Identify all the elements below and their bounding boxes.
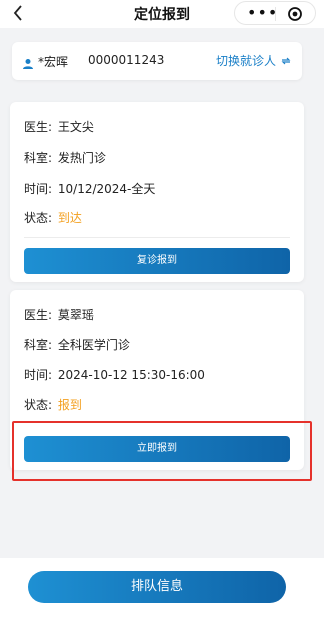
doctor-label: 医生: <box>24 120 53 134</box>
mini-program-capsule: ••• <box>234 1 316 25</box>
target-icon[interactable] <box>287 6 303 22</box>
status-row: 状态: 报到 <box>24 396 82 413</box>
status-value: 报到 <box>57 398 82 412</box>
time-value: 10/12/2024-全天 <box>57 182 156 196</box>
doctor-row: 医生: 王文尖 <box>24 118 94 135</box>
capsule-divider <box>275 7 276 21</box>
switch-patient-button[interactable]: 切换就诊人 <box>216 52 292 69</box>
dept-row: 科室: 发热门诊 <box>24 149 106 166</box>
dept-value: 发热门诊 <box>57 151 106 165</box>
doctor-value: 莫翠瑶 <box>57 308 94 322</box>
dept-value: 全科医学门诊 <box>57 338 130 352</box>
patient-bar: *宏晖 0000011243 切换就诊人 <box>12 42 302 80</box>
time-row: 时间: 2024-10-12 15:30-16:00 <box>24 366 205 383</box>
top-nav-bar: 定位报到 ••• <box>0 0 324 28</box>
doctor-label: 医生: <box>24 308 53 322</box>
doctor-value: 王文尖 <box>57 120 94 134</box>
time-value: 2024-10-12 15:30-16:00 <box>57 368 205 382</box>
doctor-row: 医生: 莫翠瑶 <box>24 306 94 323</box>
highlight-box <box>12 421 312 481</box>
time-row: 时间: 10/12/2024-全天 <box>24 180 155 197</box>
status-value: 到达 <box>57 211 82 225</box>
time-label: 时间: <box>24 368 53 382</box>
patient-id: 0000011243 <box>88 53 165 67</box>
card-divider <box>24 237 290 238</box>
user-icon <box>22 55 34 69</box>
status-label: 状态: <box>24 398 53 412</box>
revisit-checkin-button[interactable]: 复诊报到 <box>24 248 290 274</box>
appointment-card: 医生: 王文尖 科室: 发热门诊 时间: 10/12/2024-全天 状态: 到… <box>10 102 304 282</box>
status-row: 状态: 到达 <box>24 209 82 226</box>
switch-patient-label: 切换就诊人 <box>215 54 276 68</box>
dept-label: 科室: <box>24 151 53 165</box>
switch-icon <box>280 55 292 67</box>
patient-name: *宏晖 <box>38 55 69 69</box>
footer-bar: 排队信息 <box>0 558 324 618</box>
status-label: 状态: <box>24 211 53 225</box>
more-icon[interactable]: ••• <box>247 3 278 22</box>
dept-row: 科室: 全科医学门诊 <box>24 336 130 353</box>
time-label: 时间: <box>24 182 53 196</box>
dept-label: 科室: <box>24 338 53 352</box>
queue-info-button[interactable]: 排队信息 <box>28 571 286 603</box>
